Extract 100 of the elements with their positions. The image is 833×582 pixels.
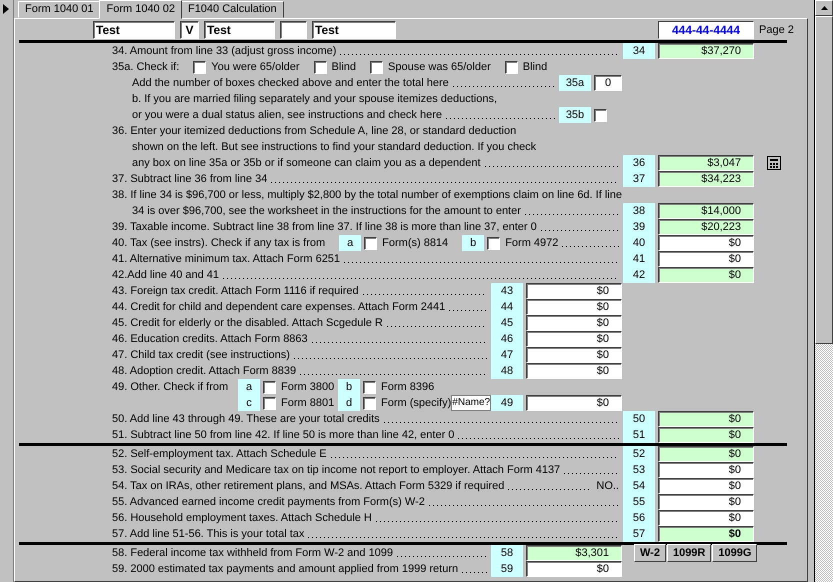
line-text: 47. Child tax credit (see instructions): [112, 349, 290, 361]
amount-field[interactable]: $0: [658, 510, 754, 526]
header-field[interactable]: Test: [312, 21, 396, 39]
line-number: 35b: [559, 107, 591, 123]
line-number: 34: [623, 43, 655, 59]
line-text: 59. 2000 estimated tax payments and amount applied from 1999 return: [112, 563, 458, 575]
line-number: 44: [491, 299, 523, 315]
amount-field[interactable]: $0: [526, 283, 622, 299]
amount-field[interactable]: $0: [526, 331, 622, 347]
checkbox-label: Form 8396: [381, 381, 434, 393]
line-text: 56. Household employment taxes. Attach Schedule H: [112, 512, 372, 524]
line-number: 54: [623, 478, 655, 494]
line-number: 50: [623, 411, 655, 427]
line-text: 38. If line 34 is $96,700 or less, multiply $2,800 by the total number of exemptions claim on line 6d. If line: [112, 189, 622, 201]
checkbox[interactable]: [314, 60, 327, 74]
amount-field[interactable]: $0: [658, 462, 754, 478]
form-button[interactable]: W-2: [634, 544, 666, 562]
line-text: 53. Social security and Medicare tax on tip income not report to employer. Attach Form 4137: [112, 464, 560, 476]
line-text: 55. Advanced earned income credit payments from Form(s) W-2: [112, 496, 425, 508]
option-letter: c: [238, 395, 260, 411]
line-text: 37. Subtract line 36 from line 34: [112, 173, 268, 185]
form-button[interactable]: 1099G: [712, 544, 758, 562]
scroll-up-button[interactable]: [815, 0, 833, 16]
header-field[interactable]: Test: [204, 21, 275, 39]
amount-field[interactable]: $0: [658, 446, 754, 462]
amount-field[interactable]: $0: [658, 267, 754, 283]
option-letter: a: [238, 379, 260, 395]
amount-field[interactable]: $0: [658, 235, 754, 251]
line-text: 48. Adoption credit. Attach Form 8839: [112, 365, 296, 377]
amount-field[interactable]: $0: [526, 363, 622, 379]
amount-field[interactable]: $14,000: [658, 203, 754, 219]
line-text: shown on the left. But see instructions to find your standard deduction. If you check: [132, 141, 536, 153]
amount-field[interactable]: $0: [658, 411, 754, 427]
line-number: 47: [491, 347, 523, 363]
line-number: 53: [623, 462, 655, 478]
amount-field[interactable]: $0: [658, 251, 754, 267]
checkbox[interactable]: [263, 396, 276, 410]
amount-field[interactable]: $20,223: [658, 219, 754, 235]
amount-field[interactable]: $37,270: [658, 43, 754, 59]
checkbox[interactable]: [363, 380, 376, 394]
line-number: 37: [623, 171, 655, 187]
line-number: 42: [623, 267, 655, 283]
triangle-icon: [3, 4, 9, 14]
amount-field[interactable]: $0: [526, 315, 622, 331]
amount-field[interactable]: $3,301: [526, 545, 622, 561]
calculator-icon[interactable]: [767, 156, 781, 170]
line-text: 39. Taxable income. Subtract line 38 from line 37. If line 38 is more than line 37, enter 0: [112, 221, 537, 233]
tab[interactable]: Form 1040 02: [99, 0, 182, 19]
option-letter: b: [338, 379, 360, 395]
line-number: 59: [491, 561, 523, 577]
amount-field[interactable]: $0: [526, 395, 622, 411]
tab[interactable]: F1040 Calculation: [180, 1, 284, 18]
amount-field[interactable]: $0: [658, 526, 754, 542]
line-text: 51. Subtract line 50 from line 42. If line 50 is more than line 42, enter 0: [112, 429, 454, 441]
line-text: 43. Foreign tax credit. Attach Form 1116 if required: [112, 285, 359, 297]
amount-field[interactable]: $34,223: [658, 171, 754, 187]
up-arrow-icon: [820, 6, 828, 10]
checkbox-label: Form 3800: [281, 381, 334, 393]
line-text: b. If you are married filing separately and your spouse itemizes deductions,: [132, 93, 498, 105]
checkbox-label: Form 4972: [505, 237, 558, 249]
line-number: 51: [623, 427, 655, 443]
checkbox[interactable]: [364, 236, 378, 250]
line-number: 55: [623, 494, 655, 510]
line-text: 58. Federal income tax withheld from Form W-2 and 1099: [112, 547, 394, 559]
checkbox[interactable]: [504, 60, 518, 74]
checkbox[interactable]: [370, 60, 384, 74]
line-text: 36. Enter your itemized deductions from Schedule A, line 28, or standard deduction: [112, 125, 516, 137]
form-button[interactable]: 1099R: [666, 544, 712, 562]
amount-field[interactable]: $0: [658, 478, 754, 494]
line-number: 57: [623, 526, 655, 542]
line-number: 35a: [559, 75, 591, 91]
checkbox[interactable]: [594, 108, 607, 122]
amount-field[interactable]: $0: [658, 427, 754, 443]
checkbox-label: Blind: [522, 61, 548, 73]
line-text: 41. Alternative minimum tax. Attach Form 6251: [112, 253, 340, 265]
count-field[interactable]: 0: [594, 75, 622, 91]
checkbox-label: You were 65/older: [211, 61, 300, 73]
scrollbar-thumb[interactable]: [815, 16, 833, 344]
line-number: 58: [491, 545, 523, 561]
ssn-field[interactable]: 444-44-4444: [658, 21, 754, 39]
header-field[interactable]: Test: [93, 21, 175, 39]
amount-field[interactable]: $0: [658, 494, 754, 510]
checkbox[interactable]: [263, 380, 276, 394]
page-label: Page 2: [759, 24, 795, 36]
amount-field[interactable]: $0: [526, 347, 622, 363]
checkbox[interactable]: [487, 236, 500, 250]
amount-field[interactable]: $0: [526, 299, 622, 315]
specify-field[interactable]: #Name?: [451, 395, 492, 411]
option-letter: d: [338, 395, 360, 411]
checkbox-label: Form 8801: [281, 397, 334, 409]
line-text: 44. Credit for child and dependent care expenses. Attach Form 2441: [112, 301, 446, 313]
checkbox[interactable]: [193, 60, 206, 74]
checkbox[interactable]: [363, 396, 376, 410]
line-number: 38: [623, 203, 655, 219]
amount-field[interactable]: $3,047: [658, 155, 754, 171]
line-text: 49. Other. Check if from: [112, 381, 230, 393]
header-field[interactable]: [280, 21, 307, 39]
line-text: 40. Tax (see instrs). Check if any tax is from: [112, 237, 326, 249]
amount-field[interactable]: $0: [526, 561, 622, 577]
header-field[interactable]: V: [180, 21, 199, 39]
